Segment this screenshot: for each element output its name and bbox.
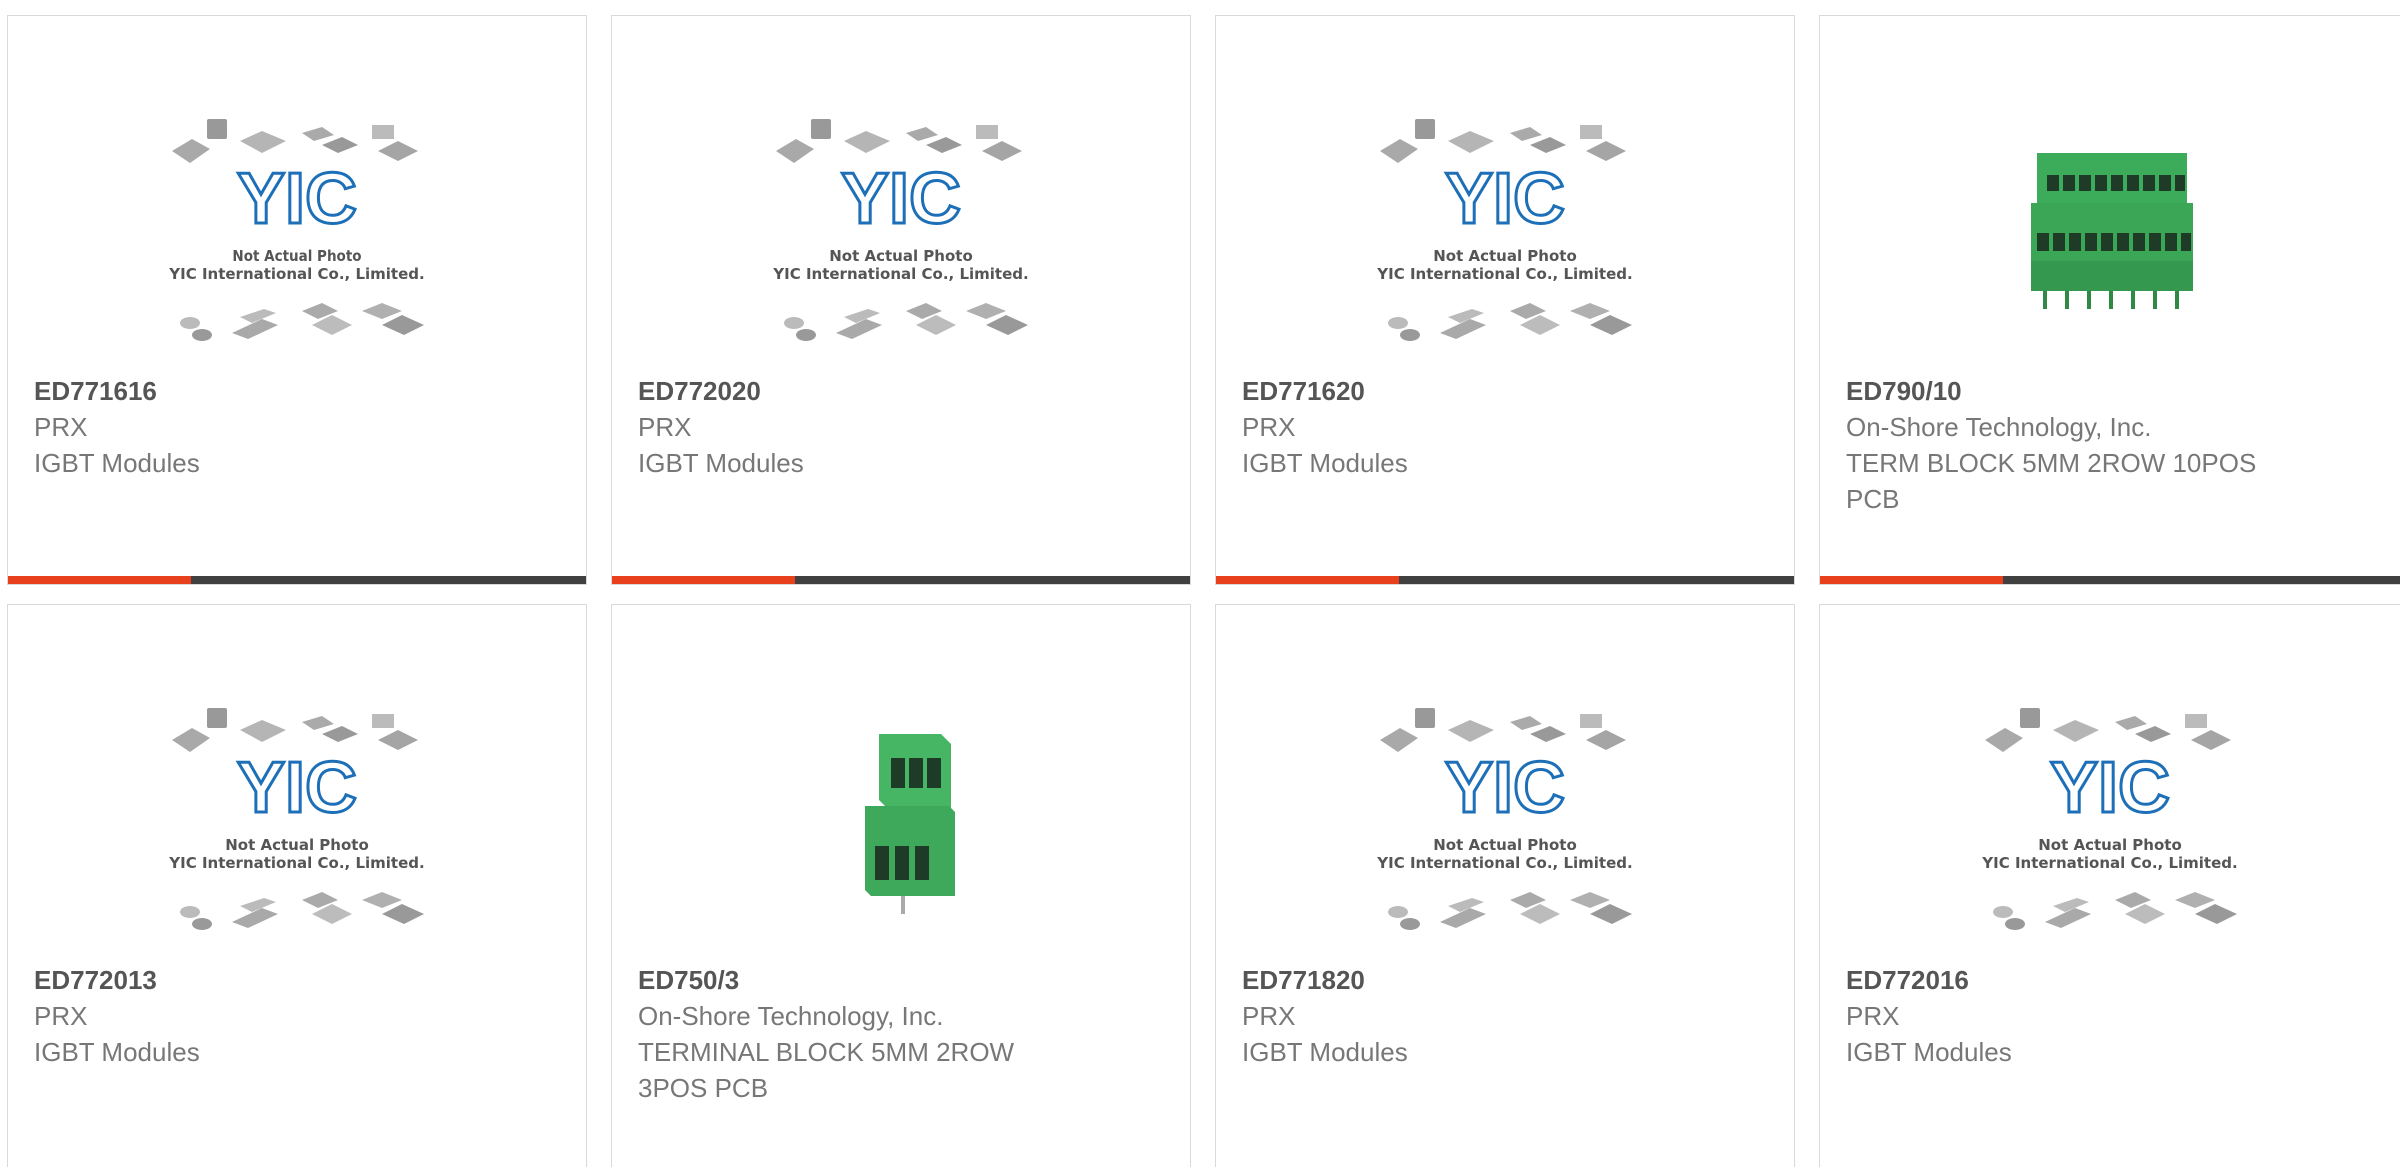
logo-text: YIC [1445,748,1565,828]
placeholder-image: YIC Not Actual Photo YIC International C… [772,119,1029,341]
product-info: ED771820 PRX IGBT Modules [1242,962,1774,1070]
part-number[interactable]: ED772013 [34,962,566,998]
card-bottom-bar [1216,576,1794,584]
svg-text:Not Actual Photo: Not Actual Photo [225,836,369,854]
logo-text: YIC [2050,748,2170,828]
manufacturer: On-Shore Technology, Inc. [638,1001,944,1031]
product-image-area[interactable] [612,685,1190,955]
manufacturer: PRX [638,412,692,442]
product-image-area[interactable]: YIC Not Actual Photo YIC International C… [1820,685,2400,955]
card-bottom-bar [612,576,1190,584]
placeholder-image: YIC Not Actual Photo YIC International C… [1981,708,2238,930]
part-number[interactable]: ED771820 [1242,962,1774,998]
product-image-area[interactable]: YIC Not Actual Photo YIC International C… [1216,685,1794,955]
product-image-area[interactable]: YIC Not Actual Photo YIC International C… [8,96,586,366]
product-card[interactable]: YIC Not Actual Photo YIC International C… [7,604,587,1167]
part-number[interactable]: ED771616 [34,373,566,409]
description: IGBT Modules [34,448,200,478]
card-bottom-bar [1820,576,2400,584]
manufacturer: PRX [34,412,88,442]
manufacturer: PRX [1242,412,1296,442]
product-card[interactable]: YIC Not Actual Photo YIC International C… [7,15,587,585]
svg-text:Not Actual Photo: Not Actual Photo [2038,836,2182,854]
product-image-area[interactable] [1820,96,2400,366]
card-accent-bar [1820,576,2003,584]
product-image-area[interactable]: YIC Not Actual Photo YIC International C… [1216,96,1794,366]
product-info: ED772020 PRX IGBT Modules [638,373,1170,481]
svg-text:YIC International Co., Limited: YIC International Co., Limited. [168,265,424,283]
product-grid: YIC Not Actual Photo YIC International C… [0,0,2400,1167]
description: IGBT Modules [638,448,804,478]
product-info: ED771616 PRX IGBT Modules [34,373,566,481]
svg-text:Not Actual Photo: Not Actual Photo [1433,836,1577,854]
placeholder-image: YIC Not Actual Photo YIC International C… [1376,119,1633,341]
description: IGBT Modules [1846,1037,2012,1067]
product-card[interactable]: ED790/10 On-Shore Technology, Inc. TERM … [1819,15,2400,585]
product-card[interactable]: YIC Not Actual Photo YIC International C… [1215,15,1795,585]
product-image-area[interactable]: YIC Not Actual Photo YIC International C… [8,685,586,955]
svg-text:YIC International Co., Limited: YIC International Co., Limited. [1376,854,1632,872]
product-info: ED771620 PRX IGBT Modules [1242,373,1774,481]
manufacturer: PRX [1846,1001,1900,1031]
placeholder-image: YIC Not Actual Photo YIC International C… [168,119,425,341]
svg-text:Not Actual Photo: Not Actual Photo [232,247,361,265]
description: TERMINAL BLOCK 5MM 2ROW 3POS PCB [638,1037,1015,1103]
part-number[interactable]: ED772016 [1846,962,2380,998]
product-info: ED772016 PRX IGBT Modules [1846,962,2380,1070]
card-accent-bar [8,576,191,584]
svg-text:YIC International Co., Limited: YIC International Co., Limited. [168,854,424,872]
card-accent-bar [612,576,795,584]
description: IGBT Modules [34,1037,200,1067]
manufacturer: PRX [34,1001,88,1031]
placeholder-image: YIC Not Actual Photo YIC International C… [1376,708,1633,930]
product-info: ED772013 PRX IGBT Modules [34,962,566,1070]
product-card[interactable]: ED750/3 On-Shore Technology, Inc. TERMIN… [611,604,1191,1167]
product-card[interactable]: YIC Not Actual Photo YIC International C… [1215,604,1795,1167]
svg-text:YIC International Co., Limited: YIC International Co., Limited. [1376,265,1632,283]
logo-text: YIC [237,748,357,828]
description: IGBT Modules [1242,1037,1408,1067]
part-number[interactable]: ED750/3 [638,962,1170,998]
logo-text: YIC [237,159,357,239]
placeholder-image: YIC Not Actual Photo YIC International C… [168,708,425,930]
card-bottom-bar [8,576,586,584]
part-number[interactable]: ED772020 [638,373,1170,409]
product-info: ED750/3 On-Shore Technology, Inc. TERMIN… [638,962,1170,1106]
manufacturer: PRX [1242,1001,1296,1031]
svg-text:YIC International Co., Limited: YIC International Co., Limited. [1981,854,2237,872]
part-number[interactable]: ED771620 [1242,373,1774,409]
logo-text: YIC [1445,159,1565,239]
svg-text:YIC International Co., Limited: YIC International Co., Limited. [772,265,1028,283]
part-number[interactable]: ED790/10 [1846,373,2380,409]
terminal-block-10pos-photo [2031,153,2193,309]
logo-text: YIC [841,159,961,239]
product-info: ED790/10 On-Shore Technology, Inc. TERM … [1846,373,2380,517]
product-card[interactable]: YIC Not Actual Photo YIC International C… [1819,604,2400,1167]
description: TERM BLOCK 5MM 2ROW 10POS PCB [1846,448,2257,514]
svg-text:Not Actual Photo: Not Actual Photo [829,247,973,265]
terminal-block-3pos-photo [865,734,955,914]
description: IGBT Modules [1242,448,1408,478]
product-image-area[interactable]: YIC Not Actual Photo YIC International C… [612,96,1190,366]
card-accent-bar [1216,576,1399,584]
product-card[interactable]: YIC Not Actual Photo YIC International C… [611,15,1191,585]
svg-text:Not Actual Photo: Not Actual Photo [1433,247,1577,265]
manufacturer: On-Shore Technology, Inc. [1846,412,2152,442]
